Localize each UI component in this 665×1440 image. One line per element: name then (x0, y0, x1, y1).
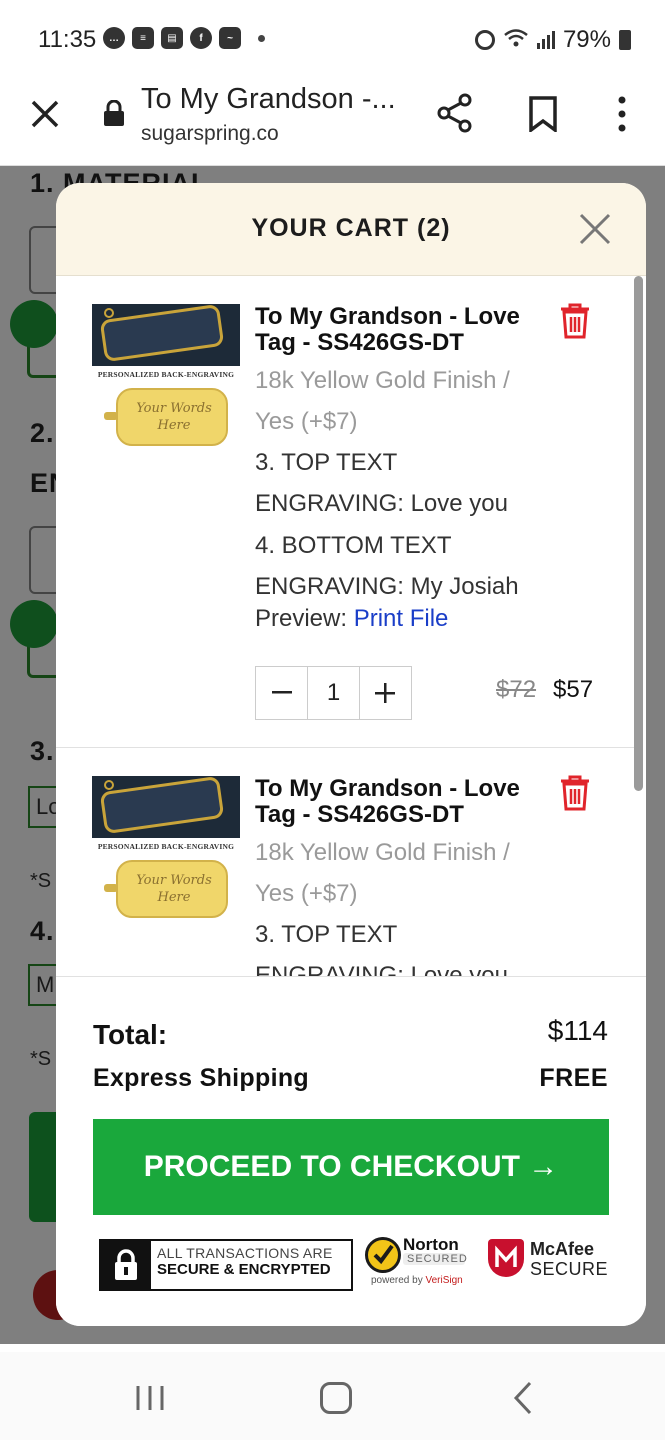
system-navigation-bar (0, 1352, 665, 1440)
app-icon: ~ (219, 27, 241, 49)
item-name[interactable]: To My Grandson - Love Tag - SS426GS-DT (255, 304, 545, 356)
trash-icon[interactable] (558, 303, 592, 339)
battery-icon (619, 30, 631, 50)
thumbnail-caption: PERSONALIZED BACK-ENGRAVING (97, 842, 235, 851)
lock-icon (103, 99, 125, 126)
thumbnail-here: Here (157, 890, 191, 905)
norton-check-icon (365, 1237, 401, 1273)
preview-label: Preview: (255, 605, 348, 632)
alarm-icon (474, 30, 495, 50)
notification-icons: … ≡ ▤ f ~ (103, 27, 265, 49)
total-value: $114 (547, 1015, 608, 1046)
secure-transactions-badge: ALL TRANSACTIONS ARE SECURE & ENCRYPTED (99, 1239, 353, 1291)
bookmark-icon[interactable] (528, 96, 558, 134)
item-top-text: 3. TOP TEXT ENGRAVING: Love you (255, 921, 508, 976)
recent-apps-icon[interactable] (134, 1384, 166, 1412)
increase-quantity-button[interactable] (360, 667, 411, 719)
message-icon: … (103, 27, 125, 49)
total-label: Total: (93, 1019, 168, 1050)
norton-name: Norton (403, 1235, 459, 1254)
close-cart-icon[interactable] (578, 212, 612, 246)
item-bottom-text: 4. BOTTOM TEXT ENGRAVING: My Josiah (255, 532, 519, 600)
gold-tag-image: Your Words Here (116, 388, 228, 446)
original-price: $72 (496, 676, 537, 703)
trash-icon[interactable] (558, 775, 592, 811)
quantity-value[interactable]: 1 (307, 667, 360, 719)
page-title[interactable]: To My Grandson -... (141, 83, 396, 116)
item-variant: 18k Yellow Gold Finish / Yes (+$7) (255, 367, 510, 435)
back-icon[interactable] (510, 1380, 536, 1416)
thumbnail-here: Here (157, 418, 191, 433)
item-top-text: 3. TOP TEXT ENGRAVING: Love you (255, 449, 508, 517)
close-tab-icon[interactable] (28, 97, 62, 131)
secure-badge-line2: SECURE & ENCRYPTED (157, 1261, 331, 1278)
status-right: 79% (474, 26, 631, 54)
norton-secured-text: SECURED (403, 1253, 467, 1265)
thumbnail-words: Your Words (136, 873, 212, 888)
print-file-link[interactable]: Print File (354, 605, 449, 632)
mcafee-name: McAfee (530, 1239, 595, 1259)
cart-item: PERSONALIZED BACK-ENGRAVING Your Words He… (56, 748, 646, 976)
status-time: 11:35 (38, 26, 97, 53)
home-icon[interactable] (320, 1382, 352, 1414)
decrease-quantity-button[interactable] (256, 667, 307, 719)
share-icon[interactable] (436, 93, 474, 133)
item-preview: Preview: Print File (255, 598, 545, 639)
product-thumbnail[interactable]: PERSONALIZED BACK-ENGRAVING Your Words He… (92, 776, 240, 922)
shipping-value: FREE (539, 1064, 608, 1092)
cart-modal: YOUR CART (2) PERSONALIZED BACK-ENGRAVIN… (56, 183, 646, 1326)
thumbnail-words: Your Words (136, 401, 212, 416)
padlock-icon (101, 1241, 151, 1289)
more-notifications-dot (258, 34, 265, 42)
norton-powered-by: powered by VeriSign (371, 1275, 463, 1286)
item-variant: 18k Yellow Gold Finish / Yes (+$7) (255, 839, 510, 907)
sale-price: $57 (553, 676, 594, 703)
item-name[interactable]: To My Grandson - Love Tag - SS426GS-DT (255, 776, 545, 828)
cart-item: PERSONALIZED BACK-ENGRAVING Your Words He… (56, 276, 646, 748)
quantity-stepper: 1 (255, 666, 412, 720)
cart-header: YOUR CART (2) (56, 183, 646, 276)
mcafee-secure-badge: McAfee SECURE (486, 1237, 609, 1291)
cart-title: YOUR CART (2) (251, 214, 451, 242)
secure-badge-line1: ALL TRANSACTIONS ARE (157, 1245, 333, 1261)
mcafee-shield-icon (488, 1239, 524, 1277)
cart-items-list[interactable]: PERSONALIZED BACK-ENGRAVING Your Words He… (56, 276, 646, 976)
page-domain[interactable]: sugarspring.co (141, 122, 279, 146)
cart-footer: Total: $114 Express Shipping FREE PROCEE… (56, 976, 646, 1326)
product-thumbnail[interactable]: PERSONALIZED BACK-ENGRAVING Your Words He… (92, 304, 240, 450)
facebook-icon: f (190, 27, 212, 49)
wifi-icon (503, 28, 529, 53)
shipping-label: Express Shipping (93, 1064, 309, 1092)
browser-toolbar: To My Grandson -... sugarspring.co (0, 78, 665, 166)
status-bar: 11:35 … ≡ ▤ f ~ 79% (0, 0, 665, 78)
thumbnail-caption: PERSONALIZED BACK-ENGRAVING (97, 370, 235, 379)
norton-secured-badge: Norton SECURED powered by VeriSign (365, 1235, 475, 1291)
more-menu-icon[interactable] (613, 96, 631, 132)
news-icon: ≡ (132, 27, 154, 49)
mcafee-secure-text: SECURE (530, 1259, 609, 1279)
gold-tag-image: Your Words Here (116, 860, 228, 918)
proceed-to-checkout-button[interactable]: PROCEED TO CHECKOUT → (93, 1119, 609, 1215)
battery-percent: 79% (562, 26, 611, 53)
signal-icon (536, 31, 555, 49)
local-news-icon: ▤ (161, 27, 183, 49)
